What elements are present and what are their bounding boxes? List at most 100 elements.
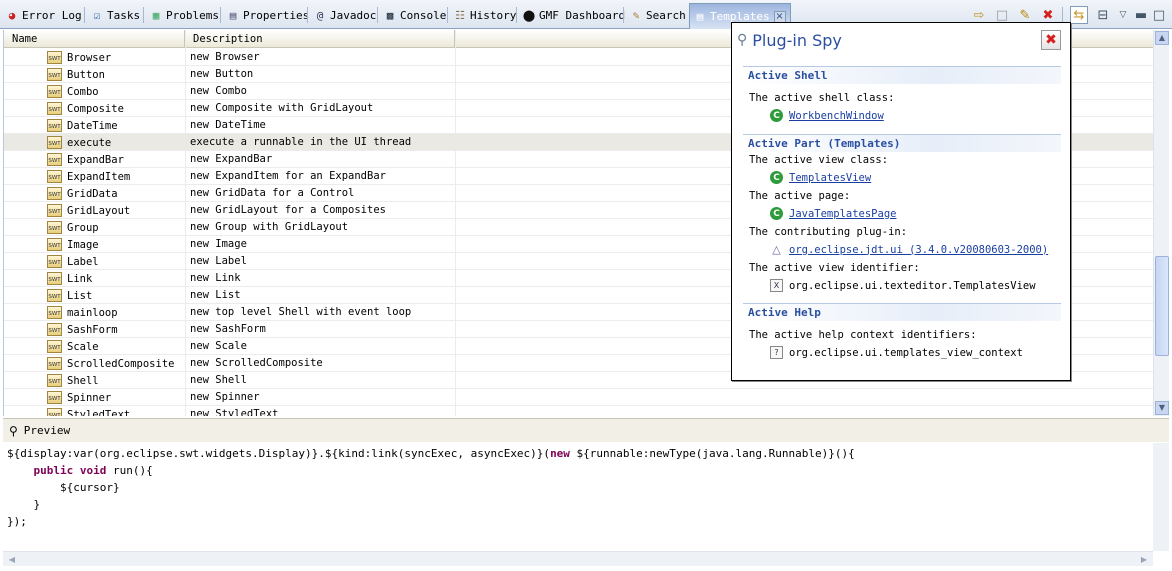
preview-code[interactable]: ${display:var(org.eclipse.swt.widgets.Di…	[3, 443, 1153, 550]
tab-label: Javadoc	[330, 8, 377, 22]
tab-separator	[516, 7, 517, 23]
view-menu-icon[interactable]: ▽	[1114, 6, 1132, 24]
page-label: The active page:	[749, 190, 851, 202]
tab-history[interactable]: ☷ History	[450, 4, 520, 26]
code-text: });	[7, 515, 27, 528]
help-context-item: ? org.eclipse.ui.templates_view_context	[770, 346, 1023, 359]
preview-horizontal-scrollbar[interactable]: ◀ ▶	[3, 551, 1153, 566]
plugin-icon: △	[772, 243, 781, 256]
row-name-cell: SWT execute	[47, 134, 111, 151]
help-context-label: The active help context identifiers:	[749, 329, 977, 341]
code-keyword: public void	[33, 464, 107, 477]
plugin-item[interactable]: △ org.eclipse.jdt.ui (3.4.0.v20080603-20…	[770, 243, 1048, 256]
class-icon: C	[770, 109, 783, 122]
template-description: new StyledText	[190, 408, 279, 416]
shell-class-link[interactable]: WorkbenchWindow	[789, 110, 884, 122]
swt-template-icon: SWT	[47, 153, 62, 166]
scroll-right-icon[interactable]: ▶	[1137, 553, 1151, 566]
swt-template-icon: SWT	[47, 204, 62, 217]
template-description: new Shell	[190, 374, 247, 386]
close-icon[interactable]: ✖	[1041, 30, 1061, 50]
column-header-description[interactable]: Description	[185, 30, 455, 48]
swt-template-icon: SWT	[47, 51, 62, 64]
search-icon: ✎	[632, 8, 640, 22]
table-row[interactable]: SWT StyledText new StyledText	[4, 406, 1154, 416]
tab-separator	[377, 7, 378, 23]
swt-template-icon: SWT	[47, 289, 62, 302]
template-name: SashForm	[67, 323, 118, 336]
row-name-cell: SWT Link	[47, 270, 92, 287]
preview-header: ⚲ Preview	[3, 418, 1169, 442]
preview-label: Preview	[23, 424, 71, 437]
template-name: mainloop	[67, 306, 118, 319]
swt-template-icon: SWT	[47, 68, 62, 81]
link-with-editor-icon[interactable]: ⇆	[1070, 6, 1088, 24]
view-class-item[interactable]: C TemplatesView	[770, 171, 871, 184]
code-text: ${runnable:newType(java.lang.Runnable)}(…	[569, 447, 855, 460]
template-name: DateTime	[67, 119, 118, 132]
tab-properties[interactable]: ▤ Properties	[223, 4, 313, 26]
minimize-icon[interactable]: ▬	[1132, 6, 1150, 24]
template-name: ScrolledComposite	[67, 357, 175, 370]
spy-header: ⚲ Plug-in Spy	[732, 23, 1070, 57]
template-description: new Browser	[190, 51, 260, 63]
page-item[interactable]: C JavaTemplatesPage	[770, 207, 896, 220]
tab-separator	[143, 7, 144, 23]
shell-class-item[interactable]: C WorkbenchWindow	[770, 109, 884, 122]
maximize-icon[interactable]: □	[1150, 6, 1168, 24]
template-description: new Group with GridLayout	[190, 221, 349, 233]
template-description: new GridData for a Control	[190, 187, 355, 199]
preview-vertical-scrollbar[interactable]	[1153, 443, 1169, 551]
template-name: List	[67, 289, 93, 302]
close-tab-icon[interactable]: ×	[773, 10, 786, 23]
view-class-link[interactable]: TemplatesView	[789, 172, 871, 184]
tab-gmf-dashboard[interactable]: ⬤ GMF Dashboard	[519, 4, 629, 26]
template-name: Label	[67, 255, 99, 268]
tab-label: Tasks	[107, 8, 141, 22]
swt-template-icon: SWT	[47, 272, 62, 285]
scroll-down-icon[interactable]: ▼	[1155, 401, 1169, 415]
scroll-left-icon[interactable]: ◀	[5, 553, 19, 566]
templates-icon: ▤	[696, 10, 704, 23]
row-name-cell: SWT Combo	[47, 83, 99, 100]
xml-file-icon: X	[770, 279, 783, 292]
template-name: StyledText	[67, 408, 131, 417]
tab-tasks[interactable]: ☑ Tasks	[87, 4, 144, 26]
table-row[interactable]: SWT Spinner new Spinner	[4, 389, 1154, 406]
template-description: new top level Shell with event loop	[190, 306, 412, 318]
tab-separator	[220, 7, 221, 23]
table-vertical-scrollbar[interactable]: ▲ ▼	[1153, 30, 1169, 416]
collapse-all-icon[interactable]: ⊟	[1094, 6, 1112, 24]
view-id-value: org.eclipse.ui.texteditor.TemplatesView	[789, 279, 1036, 292]
template-name: Scale	[67, 340, 99, 353]
template-name: Link	[67, 272, 93, 285]
plugin-link[interactable]: org.eclipse.jdt.ui (3.4.0.v20080603-2000…	[789, 244, 1048, 256]
row-name-cell: SWT Button	[47, 66, 105, 83]
template-name: execute	[67, 136, 112, 149]
column-header-name[interactable]: Name	[4, 30, 185, 48]
history-icon: ☷	[455, 8, 465, 22]
swt-template-icon: SWT	[47, 391, 62, 404]
tab-label: Error Log	[22, 8, 82, 22]
tab-console[interactable]: ▩ Console	[380, 4, 450, 26]
tab-javadoc[interactable]: @ Javadoc	[310, 4, 380, 26]
spy-title: Plug-in Spy	[752, 30, 842, 50]
tab-search[interactable]: ✎ Search	[626, 4, 690, 26]
page-link[interactable]: JavaTemplatesPage	[789, 208, 896, 220]
tab-label: History	[470, 8, 517, 22]
tab-problems[interactable]: ▦ Problems	[146, 4, 223, 26]
view-id-item: X org.eclipse.ui.texteditor.TemplatesVie…	[770, 279, 1036, 292]
template-description: new Spinner	[190, 391, 260, 403]
tab-separator	[623, 7, 624, 23]
swt-template-icon: SWT	[47, 408, 62, 416]
scrollbar-thumb[interactable]	[1155, 256, 1169, 356]
template-description: new ExpandBar	[190, 153, 273, 165]
template-name: Browser	[67, 51, 112, 64]
swt-template-icon: SWT	[47, 187, 62, 200]
row-name-cell: SWT Browser	[47, 49, 111, 66]
scroll-up-icon[interactable]: ▲	[1155, 31, 1169, 45]
view-id-label: The active view identifier:	[749, 262, 920, 274]
section-active-help: Active Help	[743, 303, 1061, 321]
template-description: execute a runnable in the UI thread	[190, 136, 412, 148]
tab-error-log[interactable]: ◕ Error Log	[2, 4, 86, 26]
